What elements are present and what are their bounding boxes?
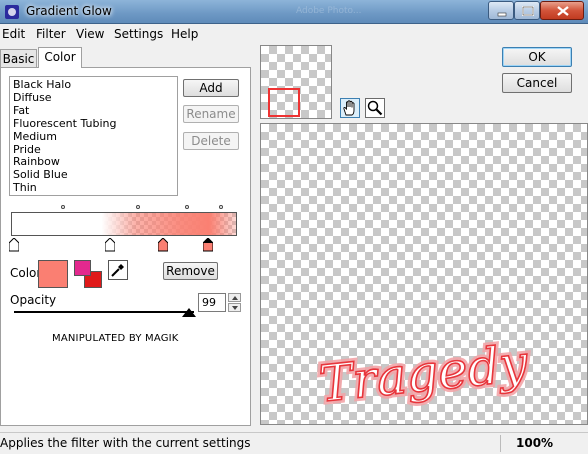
ok-button[interactable]: OK	[502, 47, 572, 67]
gradient-stop-selected[interactable]	[203, 238, 213, 252]
gradient-bar[interactable]	[11, 212, 237, 236]
window-title: Gradient Glow	[26, 4, 112, 18]
cancel-button[interactable]: Cancel	[502, 73, 572, 93]
list-item[interactable]: Fluorescent Tubing	[13, 117, 177, 131]
preview-artwork-text: Tragedy	[317, 334, 532, 414]
gradient-midpoint[interactable]	[219, 205, 223, 209]
opacity-slider[interactable]	[14, 311, 194, 313]
spin-down-button[interactable]	[228, 303, 241, 312]
gradient-stop[interactable]	[9, 238, 19, 252]
credit-text: MANIPULATED BY MAGIK	[52, 333, 179, 344]
gradient-midpoint[interactable]	[185, 205, 189, 209]
minimize-icon	[497, 12, 507, 17]
menu-edit[interactable]: Edit	[2, 27, 25, 41]
add-button[interactable]: Add	[183, 79, 239, 97]
tab-basic[interactable]: Basic	[0, 49, 37, 67]
color-swatch[interactable]	[38, 260, 68, 288]
opacity-label: Opacity	[10, 293, 57, 307]
divider	[500, 435, 501, 452]
gradient-stop[interactable]	[105, 238, 115, 252]
close-button[interactable]	[540, 1, 584, 20]
menu-help[interactable]: Help	[171, 27, 198, 41]
background-window-title: Adobe Photo...	[296, 6, 362, 16]
opacity-input[interactable]: 99	[198, 293, 226, 312]
title-bar: Gradient Glow Adobe Photo...	[0, 0, 588, 24]
zoom-tool-button[interactable]	[365, 98, 385, 118]
minimize-button[interactable]	[488, 1, 514, 20]
status-text: Applies the filter with the current sett…	[0, 436, 251, 450]
app-icon	[5, 5, 19, 19]
tab-color[interactable]: Color	[38, 47, 82, 68]
preset-list[interactable]: Black Halo Diffuse Fat Fluorescent Tubin…	[9, 76, 178, 196]
status-bar: Applies the filter with the current sett…	[0, 432, 588, 454]
gradient-stop[interactable]	[158, 238, 168, 252]
hand-icon	[343, 100, 355, 116]
list-item[interactable]: Diffuse	[13, 91, 177, 105]
gradient-midpoint[interactable]	[136, 205, 140, 209]
delete-button[interactable]: Delete	[183, 132, 239, 150]
opacity-slider-thumb[interactable]	[182, 308, 196, 317]
list-item[interactable]: Medium	[13, 130, 177, 144]
menu-settings[interactable]: Settings	[114, 27, 163, 41]
spin-up-icon	[232, 296, 238, 300]
zoom-icon	[367, 100, 383, 116]
list-item[interactable]: Thin	[13, 181, 177, 195]
list-item[interactable]: Black Halo	[13, 78, 177, 92]
list-item[interactable]: Fat	[13, 104, 177, 118]
maximize-icon	[522, 6, 534, 16]
rename-button[interactable]: Rename	[183, 105, 239, 123]
menu-view[interactable]: View	[76, 27, 104, 41]
list-item[interactable]: Solid Blue	[13, 168, 177, 182]
spin-down-icon	[232, 306, 238, 310]
menu-bar: Edit Filter View Settings Help	[0, 24, 588, 44]
navigator-viewport[interactable]	[268, 88, 300, 117]
maximize-button[interactable]	[514, 1, 540, 20]
primary-color-swatch[interactable]	[74, 260, 91, 276]
close-icon	[557, 6, 569, 16]
eyedropper-button[interactable]	[108, 260, 128, 280]
color-pair[interactable]	[74, 260, 106, 290]
zoom-level: 100%	[516, 436, 554, 450]
eyedropper-icon	[111, 264, 124, 277]
hand-tool-button[interactable]	[340, 98, 360, 118]
remove-button[interactable]: Remove	[163, 262, 218, 280]
spin-up-button[interactable]	[228, 293, 241, 302]
preview-canvas[interactable]: Tragedy Tragedy	[260, 123, 588, 425]
color-label: Color	[10, 266, 42, 280]
gradient-midpoint[interactable]	[61, 205, 65, 209]
menu-filter[interactable]: Filter	[36, 27, 66, 41]
